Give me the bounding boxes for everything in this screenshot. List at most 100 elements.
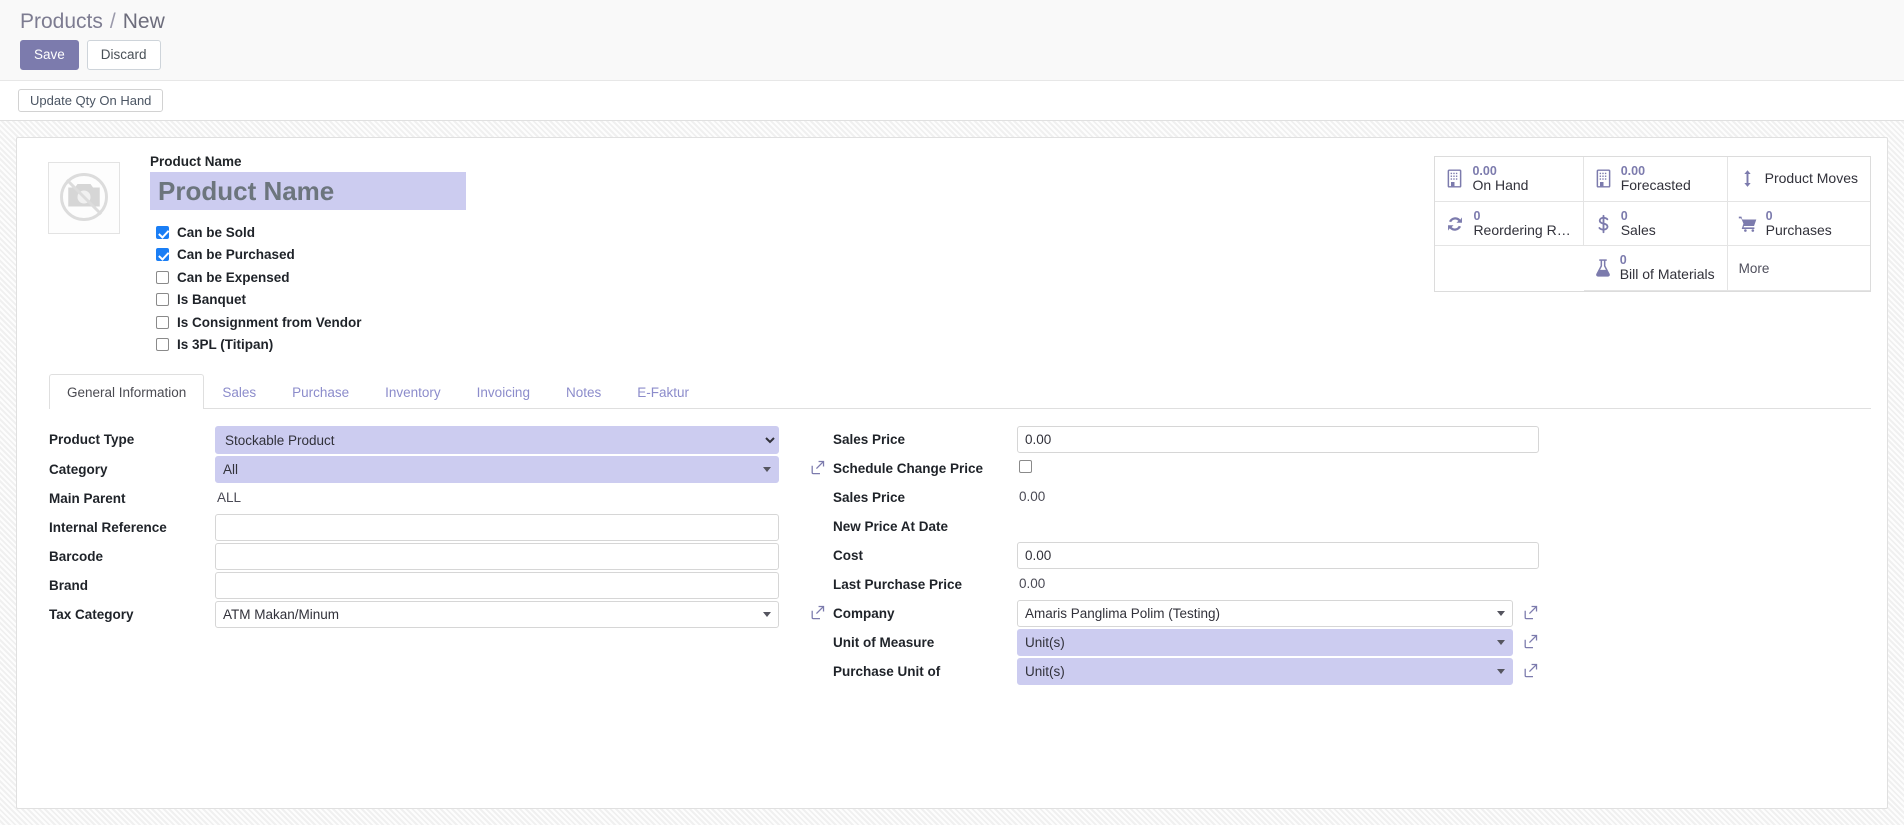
stat-value: 0 [1473, 208, 1481, 223]
field-row-barcode: Barcode [49, 542, 779, 570]
stat-value: 0 [1619, 253, 1627, 268]
breadcrumb-parent-products[interactable]: Products [20, 10, 103, 34]
category-many2one[interactable] [215, 456, 779, 483]
schedule-change-price-checkbox[interactable] [1019, 460, 1032, 473]
form-sheet: 0.00 On Hand 0.00 Forecasted Product Mov… [16, 137, 1888, 809]
field-row-category: Category [49, 455, 779, 483]
control-panel: Products / New Save Discard [0, 0, 1904, 81]
checkbox-row-can-be-purchased[interactable]: Can be Purchased [150, 244, 466, 267]
is-banquet-checkbox[interactable] [156, 293, 169, 307]
save-button[interactable]: Save [20, 40, 79, 70]
can-be-expensed-label: Can be Expensed [177, 269, 290, 285]
stat-value: 0.00 [1472, 164, 1497, 178]
field-row-internal-reference: Internal Reference [49, 513, 779, 541]
barcode-input[interactable] [215, 543, 779, 570]
tab-sales[interactable]: Sales [204, 374, 274, 409]
tab-notes[interactable]: Notes [548, 374, 619, 409]
brand-input[interactable] [215, 572, 779, 599]
sales-price-input[interactable] [1017, 426, 1539, 453]
cart-icon [1737, 213, 1759, 234]
building-icon [1444, 168, 1465, 189]
purchase-unit-of-many2one[interactable] [1017, 658, 1513, 685]
stat-button-more[interactable]: More [1727, 246, 1870, 292]
is-consignment-from-vendor-checkbox[interactable] [156, 315, 169, 329]
barcode-label: Barcode [49, 549, 104, 564]
stat-label: Sales [1620, 221, 1656, 238]
tab-inventory[interactable]: Inventory [367, 374, 459, 409]
stat-button-product-moves[interactable]: Product Moves [1727, 157, 1870, 202]
unit-of-measure-external-link-icon[interactable] [1522, 629, 1539, 653]
external-link-icon[interactable] [809, 599, 827, 624]
field-row-tax-category: Tax Category [49, 600, 779, 628]
purchase-unit-of-label: Purchase Unit of [833, 664, 941, 679]
purchase-unit-of-input[interactable] [1017, 658, 1513, 685]
stat-value: 0 [1765, 208, 1773, 223]
internal-reference-label: Internal Reference [49, 520, 167, 535]
tab-general-information[interactable]: General Information [49, 374, 205, 409]
stat-label: Forecasted [1620, 177, 1691, 193]
field-row-company: Company [809, 599, 1539, 627]
refresh-icon [1444, 213, 1466, 235]
stat-button-forecasted[interactable]: 0.00 Forecasted [1583, 157, 1728, 202]
stat-label: Product Moves [1764, 170, 1858, 186]
tax-category-input[interactable] [215, 601, 779, 628]
update-qty-on-hand-button[interactable]: Update Qty On Hand [18, 89, 164, 112]
main-parent-label: Main Parent [49, 491, 126, 506]
category-input[interactable] [215, 456, 779, 483]
is-3pl-checkbox[interactable] [156, 338, 169, 352]
main-parent-value: ALL [217, 490, 242, 505]
field-row-sales-price-readonly: Sales Price 0.00 [809, 483, 1539, 511]
unit-of-measure-input[interactable] [1017, 629, 1513, 656]
company-many2one[interactable] [1017, 600, 1513, 627]
building-icon [1593, 168, 1614, 189]
stat-spacer [1435, 246, 1584, 292]
product-name-label: Product Name [150, 154, 242, 169]
is-banquet-label: Is Banquet [177, 292, 247, 308]
discard-button[interactable]: Discard [86, 40, 161, 70]
tab-purchase[interactable]: Purchase [274, 374, 367, 409]
field-row-purchase-unit-of: Purchase Unit of [809, 657, 1539, 685]
external-link-icon[interactable] [809, 454, 827, 479]
product-type-select[interactable]: Stockable Product [215, 426, 779, 454]
checkbox-row-is-3pl[interactable]: Is 3PL (Titipan) [150, 334, 466, 357]
stat-button-bill-of-materials[interactable]: 0 Bill of Materials [1583, 246, 1728, 292]
dollar-icon [1593, 213, 1614, 235]
new-price-at-date-label: New Price At Date [833, 519, 949, 534]
stat-button-purchases[interactable]: 0 Purchases [1727, 201, 1870, 247]
product-type-label: Product Type [49, 432, 135, 447]
can-be-purchased-checkbox[interactable] [156, 248, 169, 262]
tax-category-many2one[interactable] [215, 601, 779, 628]
purchase-unit-of-external-link-icon[interactable] [1522, 658, 1539, 682]
company-external-link-icon[interactable] [1522, 600, 1539, 624]
checkbox-row-is-consignment-from-vendor[interactable]: Is Consignment from Vendor [150, 311, 466, 334]
checkbox-row-can-be-sold[interactable]: Can be Sold [150, 221, 466, 244]
is-consignment-from-vendor-label: Is Consignment from Vendor [177, 314, 362, 330]
notebook-tabs: General Information Sales Purchase Inven… [49, 374, 1871, 409]
can-be-expensed-checkbox[interactable] [156, 270, 169, 284]
stat-button-sales[interactable]: 0 Sales [1583, 201, 1728, 247]
checkbox-row-is-banquet[interactable]: Is Banquet [150, 289, 466, 312]
sales-price-label: Sales Price [833, 432, 906, 447]
field-row-brand: Brand [49, 571, 779, 599]
stat-label: Reordering R… [1473, 221, 1571, 238]
can-be-sold-checkbox[interactable] [156, 225, 169, 239]
tab-invoicing[interactable]: Invoicing [459, 374, 548, 409]
product-image-placeholder[interactable] [48, 162, 120, 234]
checkbox-row-can-be-expensed[interactable]: Can be Expensed [150, 266, 466, 289]
brand-label: Brand [49, 578, 89, 593]
flask-icon [1593, 257, 1613, 279]
tax-category-label: Tax Category [49, 607, 134, 622]
company-input[interactable] [1017, 600, 1513, 627]
unit-of-measure-many2one[interactable] [1017, 629, 1513, 656]
stat-label: On Hand [1472, 177, 1529, 193]
internal-reference-input[interactable] [215, 514, 779, 541]
breadcrumb-current-new: New [122, 10, 165, 33]
product-name-input[interactable] [150, 172, 466, 210]
arrows-v-icon [1737, 168, 1758, 189]
stat-button-box: 0.00 On Hand 0.00 Forecasted Product Mov… [1434, 156, 1871, 293]
stat-button-on-hand[interactable]: 0.00 On Hand [1435, 157, 1584, 202]
tab-e-faktur[interactable]: E-Faktur [619, 374, 707, 409]
stat-button-reordering-rules[interactable]: 0 Reordering R… [1435, 201, 1584, 247]
field-row-new-price-at-date: New Price At Date [809, 512, 1539, 540]
cost-input[interactable] [1017, 542, 1539, 569]
